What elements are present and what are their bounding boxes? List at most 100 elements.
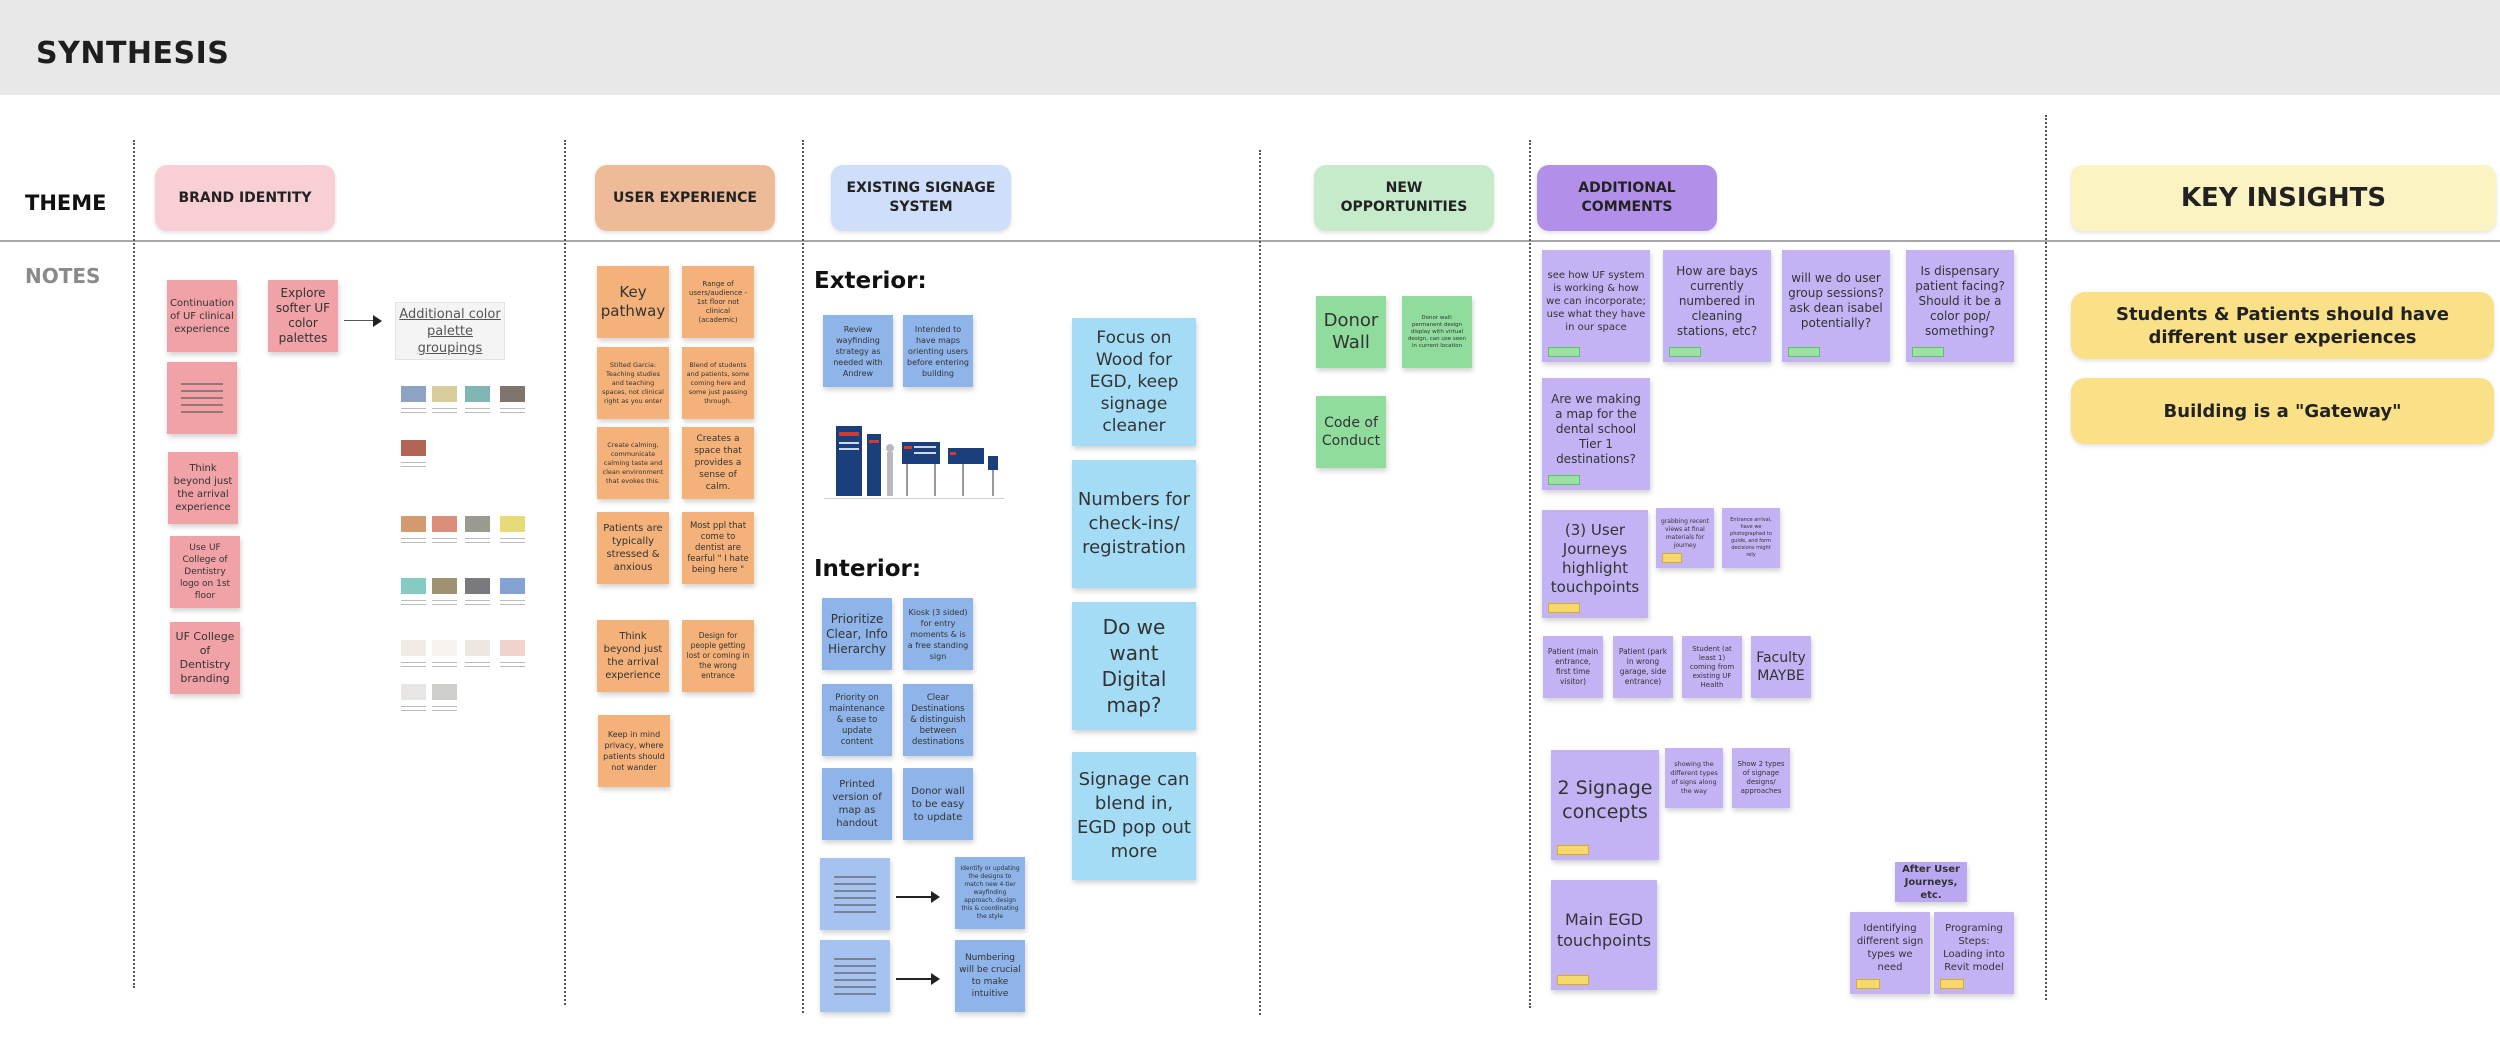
sticky-note[interactable]: see how UF system is working & how we ca… [1542, 250, 1650, 362]
theme-existing-signage[interactable]: EXISTING SIGNAGE SYSTEM [831, 165, 1011, 231]
tag-label [1912, 347, 1944, 357]
sticky-note[interactable]: Signage can blend in, EGD pop out more [1072, 752, 1196, 880]
tag-label [1669, 347, 1701, 357]
sticky-note[interactable]: Kiosk (3 sided) for entry moments & is a… [903, 598, 973, 670]
note-text: (3) User Journeys highlight touchpoints [1550, 521, 1640, 596]
sticky-note[interactable]: Keep in mind privacy, where patients sho… [598, 715, 670, 787]
sticky-note[interactable]: Numbers for check-ins/ registration [1072, 460, 1196, 588]
sticky-note[interactable]: Focus on Wood for EGD, keep signage clea… [1072, 318, 1196, 446]
sticky-note[interactable]: Show 2 types of signage designs/ approac… [1732, 748, 1790, 808]
palette-link[interactable]: Additional color palette groupings [395, 302, 505, 360]
sticky-note[interactable]: grabbing recent views at final materials… [1656, 508, 1714, 568]
tag-label [1856, 979, 1880, 989]
tag-label [1548, 347, 1580, 357]
sticky-note[interactable]: Think beyond just the arrival experience [597, 620, 669, 692]
sticky-note[interactable]: Patient (main entrance, first time visit… [1543, 636, 1603, 698]
note-text: 2 Signage concepts [1557, 777, 1653, 823]
sticky-note[interactable]: How are bays currently numbered in clean… [1663, 250, 1771, 362]
note-text: see how UF system is working & how we ca… [1546, 269, 1646, 333]
sticky-note[interactable]: Prioritize Clear, Info Hierarchy [822, 598, 892, 670]
sticky-note[interactable]: Creates a space that provides a sense of… [682, 427, 754, 499]
note-text: Programing Steps: Loading into Revit mod… [1943, 923, 2005, 973]
note-text: How are bays currently numbered in clean… [1676, 263, 1758, 338]
key-insight-card[interactable]: Building is a "Gateway" [2071, 378, 2494, 444]
sticky-note[interactable]: will we do user group sessions? ask dean… [1782, 250, 1890, 362]
sticky-note-text-lines[interactable] [820, 940, 890, 1012]
column-divider [802, 140, 804, 1013]
connector-arrow [896, 891, 940, 903]
sticky-note[interactable]: Stilted Garcia: Teaching studies and tea… [597, 347, 669, 419]
sticky-note[interactable]: Design for people getting lost or coming… [682, 620, 754, 692]
sticky-note[interactable]: Code of Conduct [1316, 396, 1386, 468]
interior-label: Interior: [814, 556, 922, 582]
sticky-note-text-lines[interactable] [820, 858, 890, 930]
row-label-theme: THEME [25, 191, 107, 215]
row-label-notes: NOTES [25, 264, 101, 288]
tag-label [1788, 347, 1820, 357]
tag-label [1548, 603, 1580, 613]
note-text: Identifying different sign types we need [1856, 923, 1924, 973]
signage-image[interactable] [822, 412, 1006, 510]
placeholder-text-lines [833, 957, 877, 995]
sticky-note[interactable]: Explore softer UF color palettes [268, 280, 338, 352]
row-divider [0, 240, 2500, 242]
sticky-note[interactable]: Review wayfinding strategy as needed wit… [823, 315, 893, 387]
sticky-note[interactable]: UF College of Dentistry branding [170, 622, 240, 694]
sticky-note[interactable]: Programing Steps: Loading into Revit mod… [1934, 912, 2014, 994]
sticky-note[interactable]: Printed version of map as handout [822, 768, 892, 840]
column-divider [564, 140, 566, 1005]
board-title: SYNTHESIS [36, 36, 230, 71]
sticky-note[interactable]: Blend of students and patients, some com… [682, 347, 754, 419]
sticky-note[interactable]: After User Journeys, etc. [1895, 862, 1967, 902]
tag-label [1940, 979, 1964, 989]
sticky-note[interactable]: Do we want Digital map? [1072, 602, 1196, 730]
column-divider [1259, 150, 1261, 1015]
sticky-note[interactable]: showing the different types of signs alo… [1665, 748, 1723, 808]
sticky-note-text-lines[interactable] [167, 362, 237, 434]
sticky-note[interactable]: Clear Destinations & distinguish between… [903, 684, 973, 756]
sticky-note[interactable]: Identifying different sign types we need [1850, 912, 1930, 994]
sticky-note[interactable]: Are we making a map for the dental schoo… [1542, 378, 1650, 490]
sticky-note[interactable]: Identify or updating the designs to matc… [955, 857, 1025, 929]
sticky-note[interactable]: Faculty MAYBE [1751, 636, 1811, 698]
sticky-note[interactable]: Patient (park in wrong garage, side entr… [1613, 636, 1673, 698]
sticky-note[interactable]: 2 Signage concepts [1551, 750, 1659, 860]
sticky-note[interactable]: Intended to have maps orienting users be… [903, 315, 973, 387]
note-text: Main EGD touchpoints [1556, 910, 1652, 950]
whiteboard-canvas[interactable]: SYNTHESIS THEME NOTES BRAND IDENTITY USE… [0, 0, 2500, 1047]
sticky-note[interactable]: Think beyond just the arrival experience [168, 452, 238, 524]
sticky-note[interactable]: Most ppl that come to dentist are fearfu… [682, 512, 754, 584]
sticky-note[interactable]: Student (at least 1) coming from existin… [1682, 636, 1742, 698]
sticky-note[interactable]: Range of users/audience - 1st floor not … [682, 266, 754, 338]
theme-new-opportunities[interactable]: NEW OPPORTUNITIES [1314, 165, 1494, 231]
sticky-note[interactable]: Donor wall: permanent design display wit… [1402, 296, 1472, 368]
sticky-note[interactable]: Priority on maintenance & ease to update… [822, 684, 892, 756]
theme-key-insights[interactable]: KEY INSIGHTS [2071, 165, 2496, 231]
sticky-note[interactable]: Numbering will be crucial to make intuit… [955, 940, 1025, 1012]
tag-label [1557, 845, 1589, 855]
theme-brand-identity[interactable]: BRAND IDENTITY [155, 165, 335, 231]
theme-user-experience[interactable]: USER EXPERIENCE [595, 165, 775, 231]
sticky-note[interactable]: Continuation of UF clinical experience [167, 280, 237, 352]
sticky-note[interactable]: Is dispensary patient facing? Should it … [1906, 250, 2014, 362]
sticky-note[interactable]: Main EGD touchpoints [1551, 880, 1657, 990]
exterior-label: Exterior: [814, 268, 927, 294]
sticky-note[interactable]: (3) User Journeys highlight touchpoints [1542, 510, 1648, 618]
sticky-note[interactable]: Patients are typically stressed & anxiou… [597, 512, 669, 584]
key-insight-card[interactable]: Students & Patients should have differen… [2071, 292, 2494, 359]
theme-additional-comments[interactable]: ADDITIONAL COMMENTS [1537, 165, 1717, 231]
tag-label [1662, 553, 1682, 563]
sticky-note[interactable]: Key pathway [597, 266, 669, 338]
placeholder-text-lines [180, 383, 224, 413]
sticky-note[interactable]: Donor Wall [1316, 296, 1386, 368]
note-text: Are we making a map for the dental schoo… [1551, 391, 1641, 466]
sticky-note[interactable]: Use UF College of Dentistry logo on 1st … [170, 536, 240, 608]
sticky-note[interactable]: Donor wall to be easy to update [903, 768, 973, 840]
board-header: SYNTHESIS [0, 0, 2500, 95]
note-text: Is dispensary patient facing? Should it … [1915, 263, 2005, 338]
sticky-note[interactable]: Create calming, communicate calming tast… [597, 427, 669, 499]
column-divider [1529, 140, 1531, 1008]
sticky-note[interactable]: Entrance arrival, have we photographed t… [1722, 508, 1780, 568]
connector-arrow [896, 973, 940, 985]
placeholder-text-lines [833, 875, 877, 913]
